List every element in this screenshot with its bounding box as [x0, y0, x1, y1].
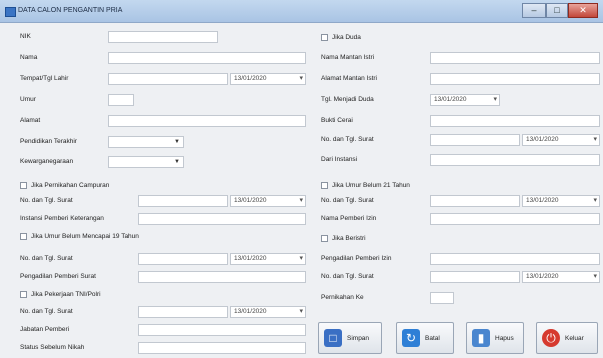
- label-nama: Nama: [20, 54, 38, 61]
- close-button[interactable]: ✕: [568, 3, 598, 18]
- duda-checkbox[interactable]: Jika Duda: [321, 32, 361, 42]
- label-alamat: Alamat: [20, 117, 41, 124]
- tgl-duda-picker[interactable]: 13/01/2020 ▾: [430, 94, 500, 106]
- label-nama-pemberi-izin: Nama Pemberi Izin: [321, 215, 377, 222]
- tgl-surat-1-picker[interactable]: 13/01/2020 ▾: [230, 195, 306, 207]
- label-jabatan: Jabatan Pemberi: [20, 326, 70, 333]
- minimize-button[interactable]: –: [522, 3, 546, 18]
- tempat-lahir-input[interactable]: [108, 73, 228, 85]
- keluar-button[interactable]: ⏻ Keluar: [536, 322, 598, 354]
- nik-input[interactable]: [108, 31, 218, 43]
- label-nama-mantan: Nama Mantan Istri: [321, 54, 375, 61]
- window-title: DATA CALON PENGANTIN PRIA: [18, 7, 123, 14]
- label-pengadilan: Pengadilan Pemberi Surat: [20, 273, 96, 280]
- label-dari-instansi: Dari Instansi: [321, 156, 358, 163]
- status-input[interactable]: [138, 342, 306, 354]
- pengadilan-izin-input[interactable]: [430, 253, 600, 265]
- form-window: DATA CALON PENGANTIN PRIA – □ ✕ NIK Nama…: [0, 0, 603, 358]
- batal-button[interactable]: ↻ Batal: [396, 322, 454, 354]
- label-instansi-keterangan: Instansi Pemberi Keterangan: [20, 215, 104, 222]
- app-icon: [5, 7, 16, 17]
- label-pernikahan-ke: Pernikahan Ke: [321, 294, 364, 301]
- label-bukti-cerai: Bukti Cerai: [321, 117, 353, 124]
- nama-input[interactable]: [108, 52, 306, 64]
- dari-instansi-input[interactable]: [430, 154, 600, 166]
- label-no-surat-1: No. dan Tgl. Surat: [20, 197, 73, 204]
- no-surat-2-input[interactable]: [138, 253, 228, 265]
- label-kewarganegaraan: Kewarganegaraan: [20, 158, 74, 165]
- delete-icon: ▮: [472, 329, 490, 347]
- umur-input[interactable]: [108, 94, 134, 106]
- tgl-surat-4-picker[interactable]: 13/01/2020 ▾: [522, 195, 600, 207]
- label-umur: Umur: [20, 96, 36, 103]
- alamat-mantan-input[interactable]: [430, 73, 600, 85]
- nama-pemberi-izin-input[interactable]: [430, 213, 600, 225]
- maximize-button[interactable]: □: [546, 3, 568, 18]
- label-nik: NIK: [20, 33, 31, 40]
- umur19-checkbox[interactable]: Jika Umur Belum Mencapai 19 Tahun: [20, 231, 139, 241]
- alamat-input[interactable]: [108, 115, 306, 127]
- pengadilan-input[interactable]: [138, 271, 306, 283]
- power-icon: ⏻: [542, 329, 560, 347]
- tgl-lahir-picker[interactable]: 13/01/2020 ▾: [230, 73, 306, 85]
- nama-mantan-input[interactable]: [430, 52, 600, 64]
- label-no-surat-4: No. dan Tgl. Surat: [321, 197, 374, 204]
- label-status: Status Sebelum Nikah: [20, 344, 85, 351]
- jabatan-input[interactable]: [138, 324, 306, 336]
- kewarganegaraan-select[interactable]: ▼: [108, 156, 184, 168]
- label-no-surat-2: No. dan Tgl. Surat: [20, 255, 73, 262]
- beristri-checkbox[interactable]: Jika Beristri: [321, 233, 366, 243]
- tgl-surat-cerai-picker[interactable]: 13/01/2020 ▾: [522, 134, 600, 146]
- tgl-surat-2-picker[interactable]: 13/01/2020 ▾: [230, 253, 306, 265]
- no-surat-4-input[interactable]: [430, 195, 520, 207]
- umur21-checkbox[interactable]: Jika Umur Belum 21 Tahun: [321, 180, 410, 190]
- label-no-surat-5: No. dan Tgl. Surat: [321, 273, 374, 280]
- no-surat-3-input[interactable]: [138, 306, 228, 318]
- hapus-button[interactable]: ▮ Hapus: [466, 322, 524, 354]
- no-surat-cerai-input[interactable]: [430, 134, 520, 146]
- tgl-surat-3-picker[interactable]: 13/01/2020 ▾: [230, 306, 306, 318]
- label-tgl-duda: Tgl. Menjadi Duda: [321, 96, 374, 103]
- campuran-checkbox[interactable]: Jika Pernikahan Campuran: [20, 180, 109, 190]
- bukti-cerai-input[interactable]: [430, 115, 600, 127]
- instansi-keterangan-input[interactable]: [138, 213, 306, 225]
- label-ttl: Tempat/Tgl Lahir: [20, 75, 69, 82]
- pernikahan-ke-input[interactable]: [430, 292, 454, 304]
- simpan-button[interactable]: □ Simpan: [318, 322, 382, 354]
- no-surat-1-input[interactable]: [138, 195, 228, 207]
- save-icon: □: [324, 329, 342, 347]
- title-bar: DATA CALON PENGANTIN PRIA – □ ✕: [0, 0, 603, 23]
- refresh-icon: ↻: [402, 329, 420, 347]
- label-no-surat-3: No. dan Tgl. Surat: [20, 308, 73, 315]
- pendidikan-select[interactable]: ▼: [108, 136, 184, 148]
- label-pengadilan-izin: Pengadilan Pemberi Izin: [321, 255, 392, 262]
- tni-checkbox[interactable]: Jika Pekerjaan TNI/Polri: [20, 289, 101, 299]
- label-alamat-mantan: Alamat Mantan Istri: [321, 75, 377, 82]
- tgl-surat-5-picker[interactable]: 13/01/2020 ▾: [522, 271, 600, 283]
- no-surat-5-input[interactable]: [430, 271, 520, 283]
- label-pendidikan: Pendidikan Terakhir: [20, 138, 77, 145]
- label-no-surat-cerai: No. dan Tgl. Surat: [321, 136, 374, 143]
